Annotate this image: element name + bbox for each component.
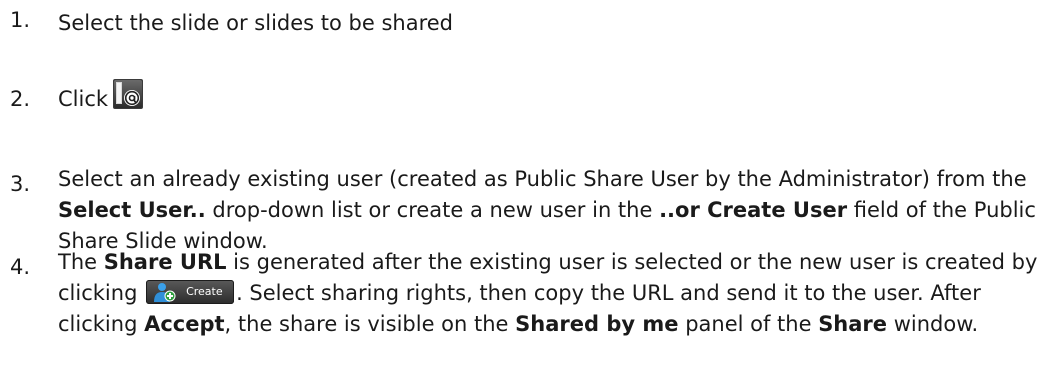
step-number: 2.: [10, 87, 31, 111]
step-number: 1.: [10, 8, 31, 32]
step-text: Select the slide or slides to be shared: [58, 11, 453, 35]
step-text: The Share URL is generated after the exi…: [58, 250, 1038, 336]
step-text: Select an already existing user (created…: [58, 167, 1036, 253]
share-url-term: Share URL: [103, 250, 227, 274]
step-number: 3.: [10, 172, 31, 196]
select-user-term: Select User..: [58, 198, 206, 222]
add-user-icon: [154, 283, 176, 302]
step-text: Click: [58, 79, 1058, 115]
step-number: 4.: [10, 255, 31, 279]
create-user-term: ..or Create User: [659, 198, 848, 222]
accept-term: Accept: [144, 312, 225, 336]
create-button-label: Create: [186, 285, 223, 298]
create-button-image: Create: [146, 280, 235, 304]
share-term: Share: [818, 312, 888, 336]
shared-by-me-term: Shared by me: [515, 312, 679, 336]
share-url-icon: [113, 79, 144, 109]
